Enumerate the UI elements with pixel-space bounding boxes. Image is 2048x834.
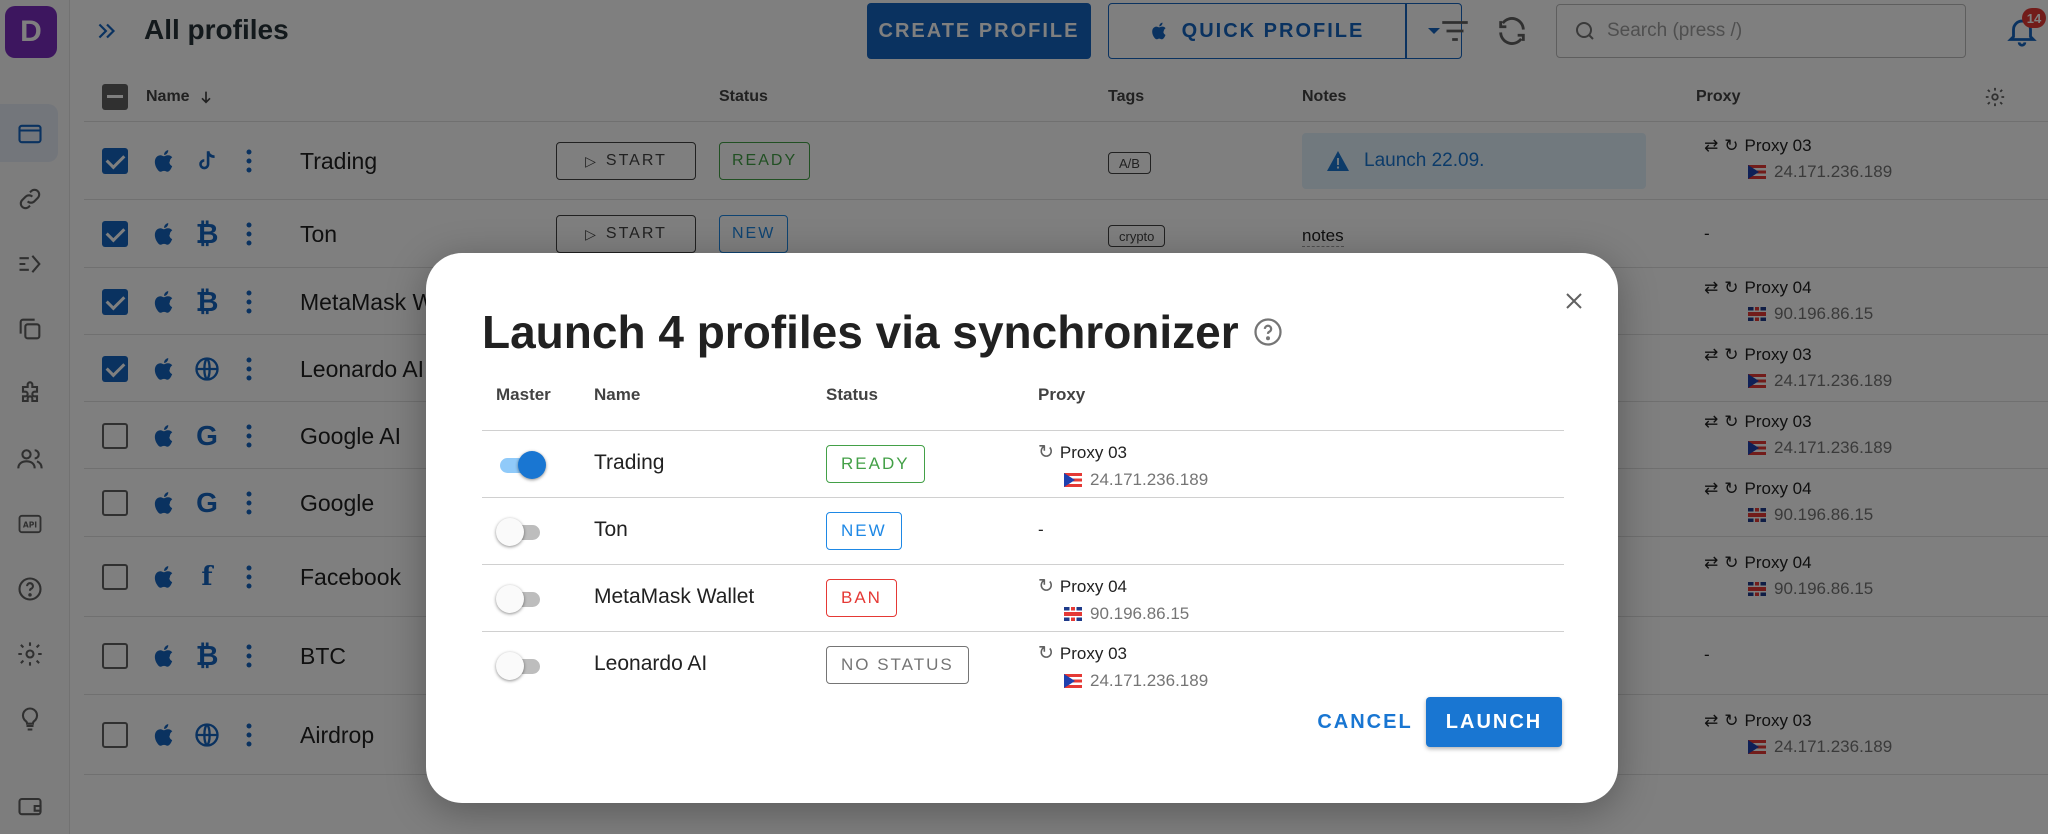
- master-toggle[interactable]: [496, 451, 546, 479]
- dialog-profile-name: Trading: [594, 451, 665, 474]
- rotate-icon: ↻: [1038, 576, 1054, 597]
- proxy-ip: 90.196.86.15: [1090, 604, 1190, 623]
- proxy-name: Proxy 03: [1059, 643, 1128, 663]
- help-circle-icon[interactable]: [1253, 317, 1283, 347]
- rotate-icon: ↻: [1038, 643, 1054, 664]
- dialog-proxy-empty: -: [1038, 520, 1044, 539]
- dialog-proxy-cell: ↻ Proxy 04 90.196.86.15: [1038, 575, 1189, 624]
- dialog-proxy-cell: ↻ Proxy 03 24.171.236.189: [1038, 642, 1208, 691]
- flag-puerto-rico-icon: [1064, 674, 1082, 688]
- dialog-profile-name: MetaMask Wallet: [594, 585, 755, 608]
- dialog-header-proxy: Proxy: [1038, 385, 1086, 404]
- dialog-header-master: Master: [496, 385, 551, 404]
- cancel-button[interactable]: CANCEL: [1300, 697, 1430, 747]
- dialog-table-row: Trading READY ↻ Proxy 03 24.171.236.189: [482, 431, 1564, 498]
- flag-puerto-rico-icon: [1064, 473, 1082, 487]
- master-toggle[interactable]: [496, 518, 544, 546]
- status-badge: READY: [826, 445, 925, 483]
- dialog-header-status: Status: [826, 385, 878, 404]
- status-badge: NEW: [826, 512, 902, 550]
- status-badge: BAN: [826, 579, 897, 617]
- dialog-table-row: MetaMask Wallet BAN ↻ Proxy 04 90.196.86.…: [482, 565, 1564, 632]
- proxy-name: Proxy 04: [1059, 576, 1128, 596]
- dialog-header-name: Name: [594, 385, 641, 404]
- master-toggle[interactable]: [496, 585, 544, 613]
- dialog-table-row: Ton NEW -: [482, 498, 1564, 565]
- launch-button[interactable]: LAUNCH: [1426, 697, 1562, 747]
- proxy-ip: 24.171.236.189: [1090, 671, 1209, 690]
- dialog-title-text: Launch 4 profiles via synchronizer: [482, 306, 1239, 358]
- proxy-ip: 24.171.236.189: [1090, 470, 1209, 489]
- flag-uk-icon: [1064, 607, 1082, 621]
- dialog-table-header: Master Name Status Proxy: [482, 385, 1564, 431]
- launch-synchronizer-dialog: Launch 4 profiles via synchronizer Maste…: [426, 253, 1618, 803]
- close-icon: [1566, 293, 1582, 309]
- dialog-title: Launch 4 profiles via synchronizer: [482, 305, 1283, 359]
- dialog-proxy-cell: ↻ Proxy 03 24.171.236.189: [1038, 441, 1208, 490]
- rotate-icon: ↻: [1038, 442, 1054, 463]
- status-badge: NO STATUS: [826, 646, 969, 684]
- master-toggle[interactable]: [496, 652, 544, 680]
- dialog-profile-name: Ton: [594, 518, 628, 541]
- close-dialog-button[interactable]: [1560, 287, 1588, 315]
- dialog-profile-name: Leonardo AI: [594, 652, 708, 675]
- dialog-table-row: Leonardo AI NO STATUS ↻ Proxy 03 24.171.2…: [482, 632, 1564, 699]
- proxy-name: Proxy 03: [1059, 442, 1128, 462]
